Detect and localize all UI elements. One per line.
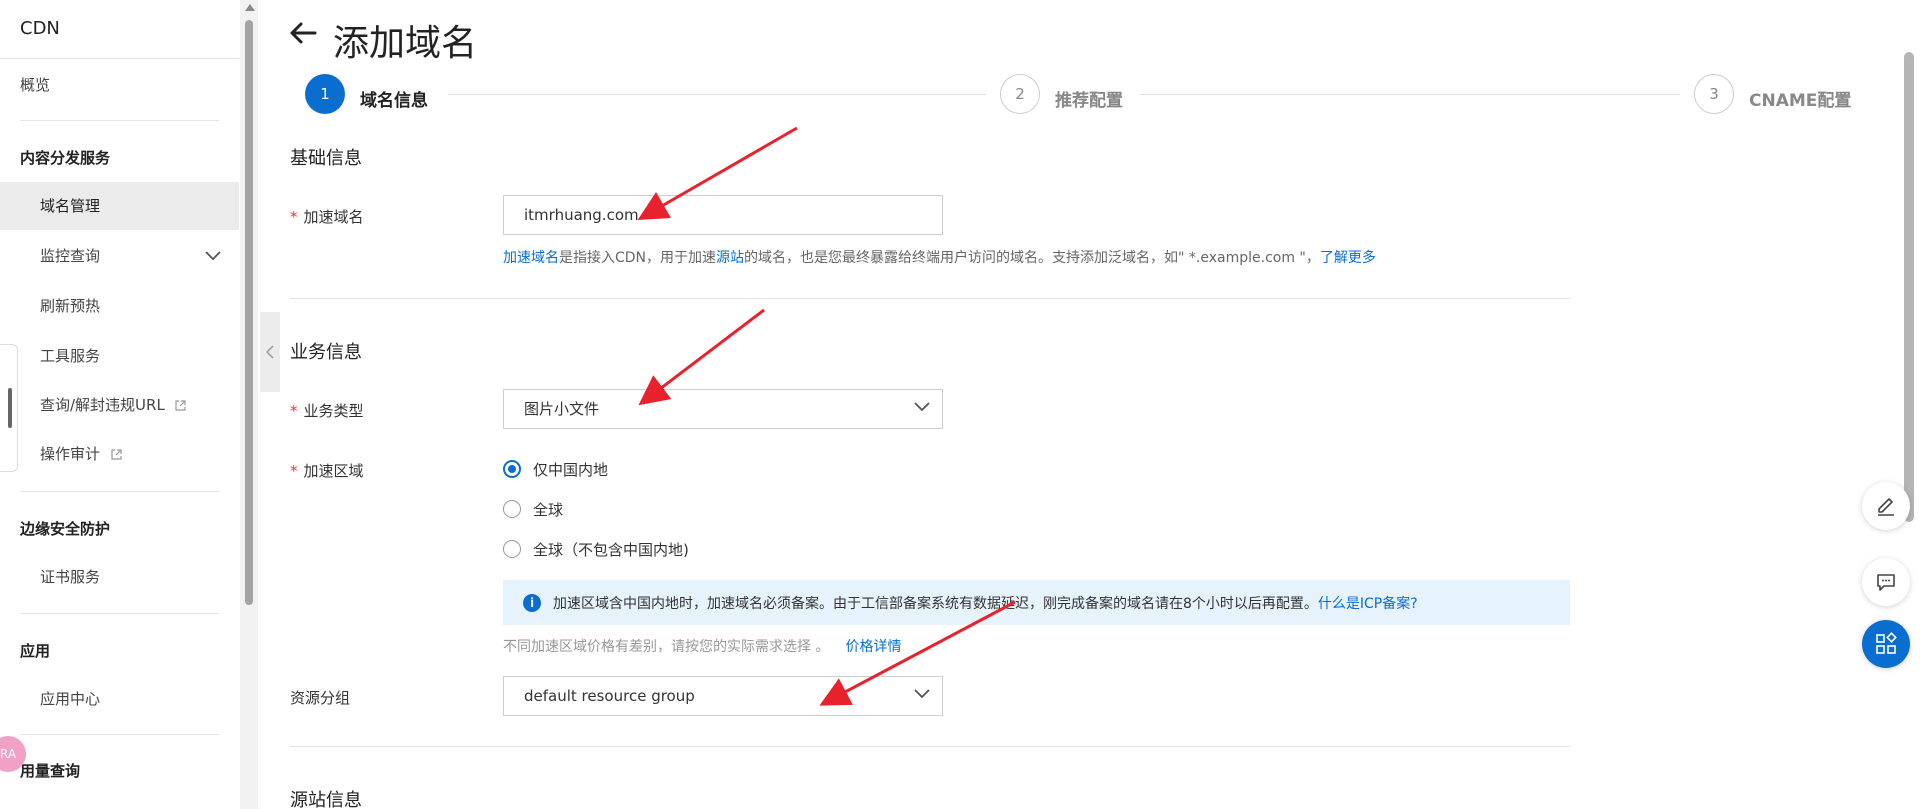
page-title: 添加域名 (333, 23, 478, 64)
step-2-circle: 2 (1000, 74, 1040, 114)
scroll-up-icon[interactable] (245, 4, 255, 11)
radio[interactable] (503, 540, 521, 558)
region-label-text: 加速区域 (303, 462, 364, 480)
sidebar-item-label: 操作审计 (40, 445, 101, 463)
section-title-origin: 源站信息 (290, 790, 362, 809)
step-1-label: 域名信息 (360, 91, 428, 111)
step-3-circle: 3 (1694, 74, 1734, 114)
sidebar-title: CDN (20, 18, 60, 39)
sidebar-item-refresh[interactable]: 刷新预热 (0, 282, 239, 330)
radio-checked[interactable] (503, 460, 521, 478)
business-type-select[interactable]: 图片小文件 (503, 389, 943, 429)
sidebar-scrollbar-thumb[interactable] (245, 20, 253, 605)
step-3-label: CNAME配置 (1749, 91, 1852, 111)
icp-info-banner: i 加速区域含中国内地时，加速域名必须备案。由于工信部备案系统有数据延迟，刚完成… (503, 580, 1570, 625)
sidebar-section-content-delivery: 内容分发服务 (20, 149, 111, 167)
sidebar-item-cert[interactable]: 证书服务 (0, 553, 239, 601)
divider (20, 734, 219, 735)
price-detail-link[interactable]: 价格详情 (845, 639, 901, 655)
sidebar-item-label: 应用中心 (40, 690, 101, 708)
sidebar-section-usage[interactable]: 用量查询 (20, 760, 80, 781)
apps-grid-icon (1876, 632, 1897, 654)
resource-group-select[interactable]: default resource group (503, 676, 943, 716)
domain-label-text: 加速域名 (303, 208, 364, 226)
radio[interactable] (503, 500, 521, 518)
region-option-global-excl[interactable]: 全球（不包含中国内地) (503, 538, 689, 560)
region-option-mainland[interactable]: 仅中国内地 (503, 458, 608, 480)
region-option-label: 全球（不包含中国内地) (533, 540, 689, 559)
avatar-text: RA (0, 747, 17, 761)
domain-input[interactable]: itmrhuang.com (503, 195, 943, 235)
resource-group-value: default resource group (524, 687, 695, 705)
apps-button[interactable] (1862, 620, 1910, 668)
price-hint-text: 不同加速区域价格有差别，请按您的实际需求选择 。 (503, 639, 830, 655)
sidebar-item-url-block[interactable]: 查询/解封违规URL (0, 381, 239, 429)
sidebar-item-label: 概览 (20, 76, 51, 94)
sidebar-item-label: 查询/解封违规URL (40, 396, 165, 414)
chevron-down-icon (205, 232, 221, 280)
divider (20, 491, 219, 492)
region-option-label: 全球 (533, 500, 564, 519)
sidebar-item-monitor[interactable]: 监控查询 (0, 232, 239, 280)
back-arrow-icon[interactable] (288, 18, 318, 48)
sidebar-item-label: 监控查询 (40, 247, 101, 265)
domain-hint-text-2: 的域名，也是您最终暴露给终端用户访问的域名。支持添加泛域名，如" *.examp… (744, 250, 1320, 266)
domain-label: * 加速域名 (290, 208, 364, 226)
region-option-label: 仅中国内地 (533, 460, 609, 479)
origin-hint-link[interactable]: 源站 (716, 250, 744, 266)
business-type-label: * 业务类型 (290, 402, 364, 420)
annotation-arrow (638, 308, 765, 406)
left-rail-handle[interactable] (8, 388, 12, 428)
edit-button[interactable] (1862, 482, 1910, 530)
sidebar: CDN 概览 内容分发服务 域名管理 监控查询 刷新预热 工具服务 查询/解封违… (0, 0, 239, 809)
sidebar-item-app-center[interactable]: 应用中心 (0, 675, 239, 723)
sidebar-item-label: 证书服务 (40, 568, 101, 586)
step-2-label: 推荐配置 (1055, 91, 1123, 111)
sidebar-section-edge-security: 边缘安全防护 (20, 520, 111, 538)
divider (290, 746, 1570, 747)
sidebar-item-label: 工具服务 (40, 347, 101, 365)
chat-button[interactable] (1862, 558, 1910, 606)
edit-icon (1878, 498, 1894, 516)
chevron-down-icon (914, 689, 930, 699)
section-title-basic: 基础信息 (290, 148, 362, 169)
divider (20, 120, 219, 121)
chevron-left-icon (266, 345, 274, 359)
annotation-arrows (637, 126, 1016, 706)
external-link-icon (174, 381, 188, 429)
step-connector (1140, 94, 1680, 95)
divider (0, 58, 239, 59)
region-option-global[interactable]: 全球 (503, 498, 563, 520)
chat-icon (1877, 574, 1895, 591)
main-scrollbar-thumb[interactable] (1904, 52, 1914, 522)
collapse-sidebar-button[interactable] (260, 312, 280, 392)
external-link-icon (110, 430, 124, 478)
resource-group-label: 资源分组 (290, 689, 351, 707)
domain-hint-text: 是指接入CDN，用于加速 (559, 250, 717, 266)
chevron-down-icon (914, 402, 930, 412)
step-1-circle: 1 (305, 74, 345, 114)
divider (290, 298, 1570, 299)
domain-hint-link[interactable]: 加速域名 (503, 250, 559, 266)
learn-more-link[interactable]: 了解更多 (1320, 250, 1376, 266)
section-title-business: 业务信息 (290, 342, 362, 363)
sidebar-item-domain-manage[interactable]: 域名管理 (0, 182, 239, 230)
domain-hint: 加速域名是指接入CDN，用于加速源站的域名，也是您最终暴露给终端用户访问的域名。… (503, 247, 1376, 267)
business-type-label-text: 业务类型 (303, 402, 364, 420)
region-label: * 加速区域 (290, 462, 364, 480)
info-text: 加速区域含中国内地时，加速域名必须备案。由于工信部备案系统有数据延迟，刚完成备案… (553, 595, 1318, 612)
info-icon: i (523, 593, 541, 612)
divider (20, 613, 219, 614)
sidebar-section-apps: 应用 (20, 642, 51, 660)
sidebar-item-label: 刷新预热 (40, 297, 101, 315)
business-type-value: 图片小文件 (524, 400, 600, 418)
sidebar-item-overview[interactable]: 概览 (0, 61, 239, 109)
sidebar-item-audit[interactable]: 操作审计 (0, 430, 239, 478)
icp-link[interactable]: 什么是ICP备案? (1318, 593, 1418, 613)
sidebar-item-tools[interactable]: 工具服务 (0, 332, 239, 380)
price-hint: 不同加速区域价格有差别，请按您的实际需求选择 。价格详情 (503, 636, 901, 656)
step-connector (448, 94, 986, 95)
sidebar-item-label: 域名管理 (40, 197, 101, 215)
